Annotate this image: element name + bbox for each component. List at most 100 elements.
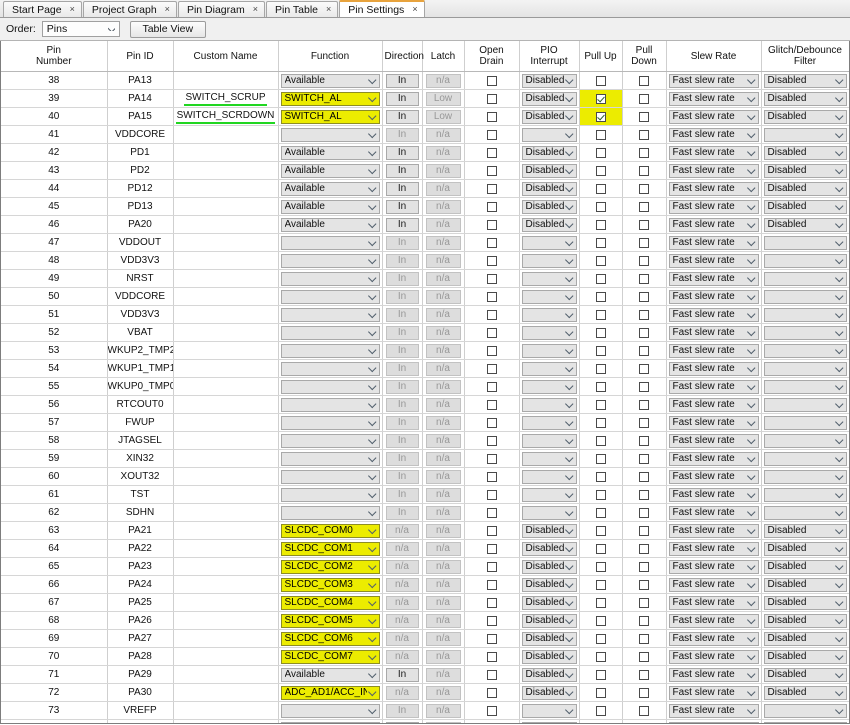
cell-function[interactable]: SLCDC_COM2	[278, 557, 383, 576]
open-drain-checkbox[interactable]	[486, 291, 497, 302]
cell-open-drain[interactable]	[464, 305, 520, 324]
cell-open-drain[interactable]	[464, 359, 520, 378]
slew-rate-select[interactable]: Fast slew rate	[668, 253, 759, 268]
cell-glitch-filter[interactable]	[761, 449, 849, 468]
cell-pio-interrupt[interactable]: Disabled	[519, 647, 580, 666]
cell-glitch-filter[interactable]	[761, 467, 849, 486]
pull-down-checkbox[interactable]	[639, 561, 649, 572]
cell-pio-interrupt[interactable]: Disabled	[519, 215, 580, 234]
pull-down-checkbox[interactable]	[639, 291, 649, 302]
pio-interrupt-select[interactable]	[521, 307, 577, 322]
slew-rate-select[interactable]: Fast slew rate	[668, 235, 759, 250]
cell-custom-name[interactable]	[173, 503, 279, 522]
cell-open-drain[interactable]	[464, 719, 520, 723]
table-row[interactable]: 63 PA21 SLCDC_COM0 n/a n/a Disabled Fast slew …	[1, 521, 849, 540]
cell-function[interactable]	[278, 503, 383, 522]
cell-pull-down[interactable]	[622, 665, 667, 684]
glitch-filter-select[interactable]	[763, 343, 847, 358]
cell-pull-up[interactable]	[579, 503, 623, 522]
cell-open-drain[interactable]	[464, 431, 520, 450]
open-drain-checkbox[interactable]	[486, 543, 497, 554]
open-drain-checkbox[interactable]	[486, 363, 497, 374]
cell-function[interactable]	[278, 305, 383, 324]
cell-open-drain[interactable]	[464, 647, 520, 666]
pull-down-checkbox[interactable]	[639, 201, 649, 212]
open-drain-checkbox[interactable]	[486, 579, 497, 590]
cell-function[interactable]: SWITCH_AL	[278, 89, 383, 108]
pull-up-checkbox[interactable]	[595, 399, 606, 410]
cell-custom-name[interactable]	[173, 395, 279, 414]
cell-glitch-filter[interactable]	[761, 305, 849, 324]
table-view-button[interactable]: Table View	[129, 20, 206, 38]
cell-pull-up[interactable]	[579, 305, 623, 324]
function-select[interactable]: Available	[280, 181, 380, 196]
table-row[interactable]: 38 PA13 Available In n/a Disabled Fast slew ra…	[1, 71, 849, 90]
cell-pull-down[interactable]	[622, 71, 667, 90]
cell-glitch-filter[interactable]	[761, 701, 849, 720]
cell-pull-down[interactable]	[622, 431, 667, 450]
cell-function[interactable]: SLCDC_COM6	[278, 629, 383, 648]
pull-up-checkbox[interactable]	[595, 75, 606, 86]
cell-function[interactable]: SLCDC_COM5	[278, 611, 383, 630]
cell-custom-name[interactable]	[173, 179, 279, 198]
pull-up-checkbox[interactable]	[595, 363, 606, 374]
cell-pull-up[interactable]	[579, 557, 623, 576]
cell-open-drain[interactable]	[464, 701, 520, 720]
cell-pull-down[interactable]	[622, 503, 667, 522]
cell-open-drain[interactable]	[464, 665, 520, 684]
cell-glitch-filter[interactable]	[761, 251, 849, 270]
open-drain-checkbox[interactable]	[486, 345, 497, 356]
function-select[interactable]: SLCDC_COM4	[280, 595, 380, 610]
cell-pull-down[interactable]	[622, 413, 667, 432]
glitch-filter-select[interactable]	[763, 307, 847, 322]
cell-pio-interrupt[interactable]	[519, 305, 580, 324]
open-drain-checkbox[interactable]	[486, 417, 497, 428]
pull-up-checkbox[interactable]	[595, 525, 606, 536]
glitch-filter-select[interactable]: Disabled	[763, 631, 847, 646]
cell-function[interactable]	[278, 431, 383, 450]
function-select[interactable]: Available	[280, 73, 380, 88]
cell-glitch-filter[interactable]	[761, 269, 849, 288]
slew-rate-select[interactable]: Fast slew rate	[668, 415, 759, 430]
cell-pio-interrupt[interactable]: Disabled	[519, 683, 580, 702]
pull-down-checkbox[interactable]	[639, 525, 649, 536]
cell-pull-up[interactable]	[579, 413, 623, 432]
cell-slew-rate[interactable]: Fast slew rate	[666, 503, 762, 522]
cell-slew-rate[interactable]: Fast slew rate	[666, 449, 762, 468]
open-drain-checkbox[interactable]	[486, 489, 497, 500]
pull-up-checkbox[interactable]	[595, 309, 606, 320]
cell-open-drain[interactable]	[464, 629, 520, 648]
cell-glitch-filter[interactable]	[761, 233, 849, 252]
column-header-glitch-filter[interactable]: Glitch/Debounce Filter	[761, 41, 849, 72]
function-select[interactable]	[280, 397, 380, 412]
glitch-filter-select[interactable]	[763, 271, 847, 286]
cell-pull-up[interactable]	[579, 215, 623, 234]
pull-up-checkbox[interactable]	[595, 273, 606, 284]
pull-up-checkbox[interactable]	[595, 579, 606, 590]
cell-open-drain[interactable]	[464, 395, 520, 414]
cell-function[interactable]	[278, 233, 383, 252]
slew-rate-select[interactable]: Fast slew rate	[668, 685, 759, 700]
pull-down-checkbox[interactable]	[639, 93, 649, 104]
glitch-filter-select[interactable]	[763, 361, 847, 376]
cell-pull-up[interactable]	[579, 233, 623, 252]
cell-pull-down[interactable]	[622, 467, 667, 486]
cell-custom-name[interactable]	[173, 197, 279, 216]
pio-interrupt-select[interactable]: Disabled	[521, 613, 577, 628]
table-row[interactable]: 69 PA27 SLCDC_COM6 n/a n/a Disabled Fast slew …	[1, 629, 849, 648]
function-select[interactable]: SLCDC_COM3	[280, 577, 380, 592]
cell-custom-name[interactable]	[173, 305, 279, 324]
cell-custom-name[interactable]	[173, 557, 279, 576]
cell-slew-rate[interactable]: Fast slew rate	[666, 341, 762, 360]
cell-function[interactable]	[278, 287, 383, 306]
cell-function[interactable]: Available	[278, 197, 383, 216]
cell-function[interactable]	[278, 701, 383, 720]
cell-open-drain[interactable]	[464, 287, 520, 306]
pio-interrupt-select[interactable]	[521, 289, 577, 304]
table-row[interactable]: 65 PA23 SLCDC_COM2 n/a n/a Disabled Fast slew …	[1, 557, 849, 576]
cell-pio-interrupt[interactable]: Disabled	[519, 521, 580, 540]
glitch-filter-select[interactable]: Disabled	[763, 649, 847, 664]
pull-down-checkbox[interactable]	[639, 489, 649, 500]
function-select[interactable]: Available	[280, 217, 380, 232]
cell-slew-rate[interactable]: Fast slew rate	[666, 521, 762, 540]
